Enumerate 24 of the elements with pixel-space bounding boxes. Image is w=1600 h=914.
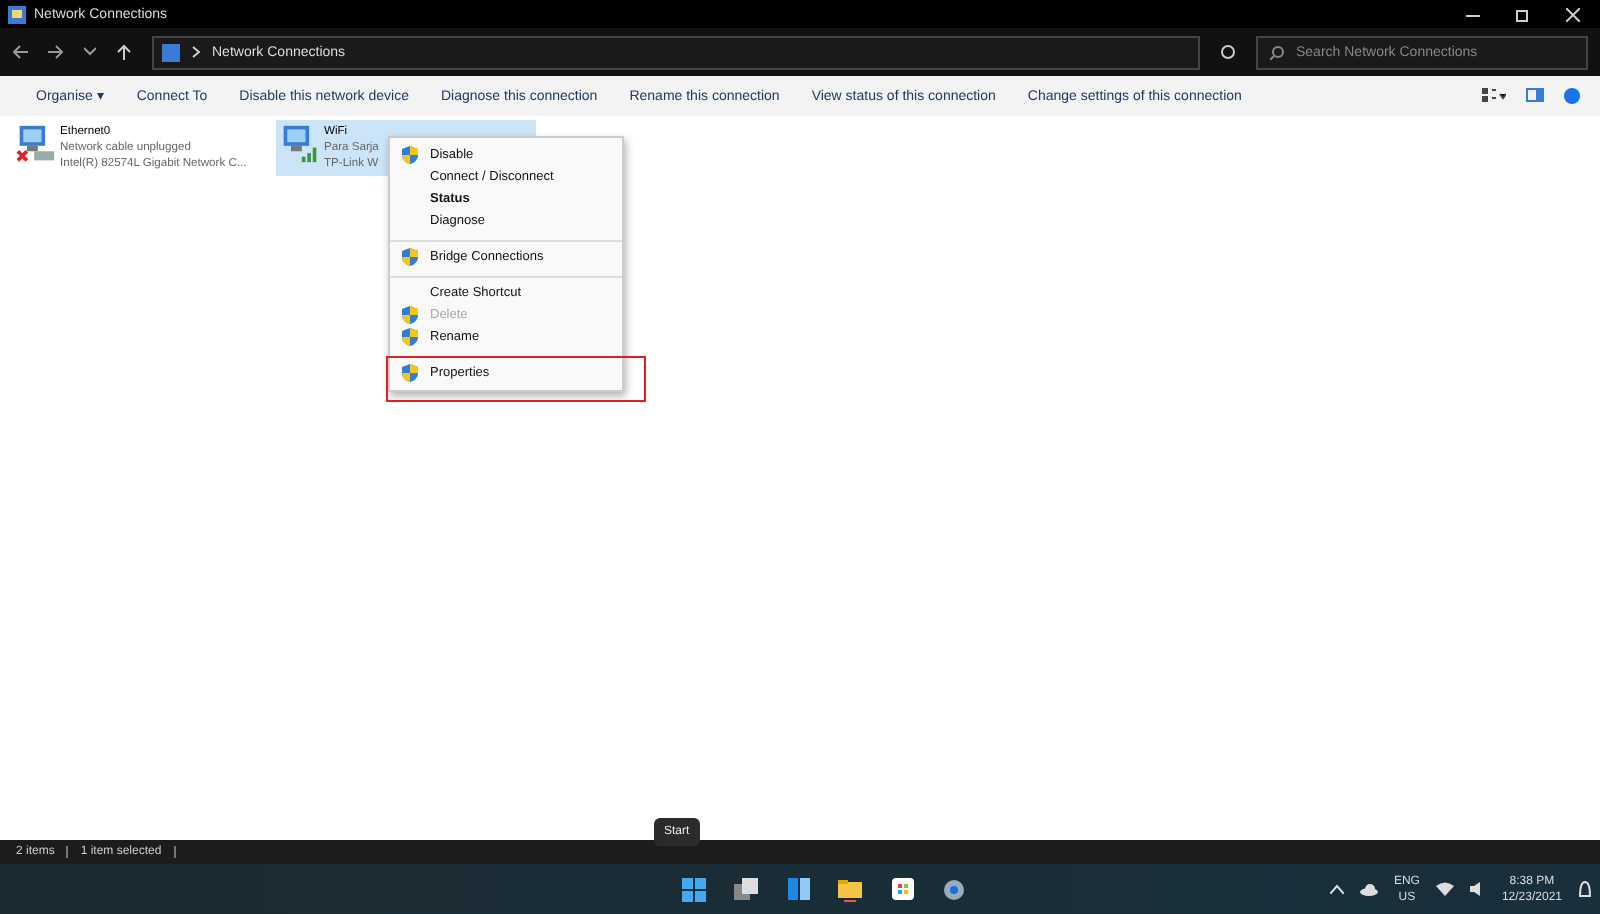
shield-icon — [402, 247, 418, 265]
forward-icon[interactable] — [48, 44, 64, 60]
chevron-up-icon[interactable] — [1329, 884, 1344, 894]
network-adapter-icon — [16, 124, 56, 164]
shield-icon — [402, 327, 418, 345]
folder-network-icon — [8, 5, 26, 23]
close-icon[interactable] — [1566, 7, 1580, 21]
wireless-adapter-icon — [280, 124, 320, 164]
restore-icon[interactable] — [1516, 7, 1530, 21]
wifi-icon[interactable] — [1435, 882, 1454, 896]
folder-network-icon — [162, 43, 180, 61]
search-icon — [1270, 45, 1284, 59]
chevron-right-icon — [192, 46, 200, 58]
chevron-down-icon[interactable] — [84, 46, 96, 58]
preview-pane-icon[interactable] — [1526, 88, 1544, 102]
shield-icon — [402, 364, 418, 382]
shield-icon — [402, 146, 418, 164]
speaker-icon[interactable] — [1469, 882, 1486, 896]
shield-icon — [402, 306, 418, 324]
view-options-icon[interactable] — [1482, 88, 1506, 102]
notification-icon[interactable] — [1578, 880, 1592, 898]
cloud-icon[interactable] — [1359, 883, 1378, 895]
back-icon[interactable] — [12, 44, 28, 60]
up-icon[interactable] — [116, 44, 132, 60]
